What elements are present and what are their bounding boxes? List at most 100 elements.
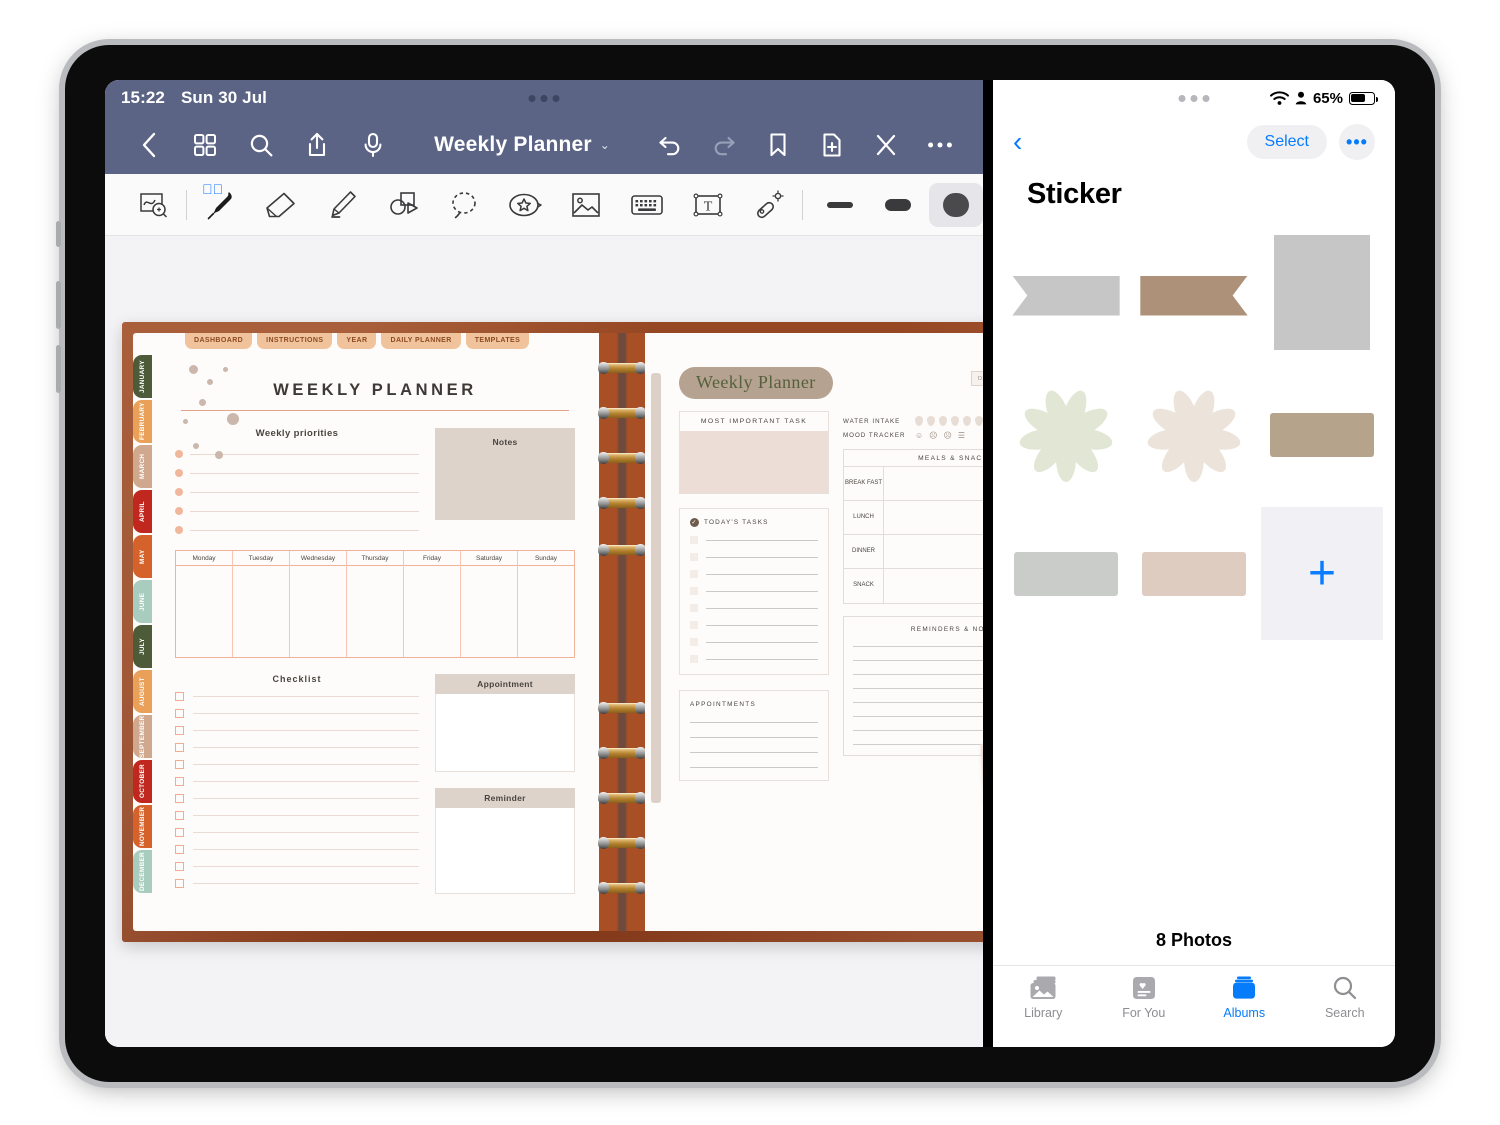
reminder-line[interactable] bbox=[853, 730, 983, 731]
checklist-row[interactable] bbox=[175, 828, 419, 837]
reminders-notes-card[interactable]: REMINDERS & NOTES Notes 🌼 bbox=[843, 616, 983, 802]
month-tab-october[interactable]: OCTOBER bbox=[133, 760, 152, 803]
weekday-column-monday[interactable]: Monday bbox=[176, 551, 233, 657]
meal-row-lunch[interactable]: LUNCH bbox=[844, 501, 983, 535]
checkbox[interactable] bbox=[175, 811, 184, 820]
task-row[interactable] bbox=[690, 570, 818, 578]
photo-flower-beige[interactable] bbox=[1133, 368, 1255, 501]
reminder-line[interactable] bbox=[853, 660, 983, 661]
mood-neutral-icon[interactable]: ☹ bbox=[929, 431, 937, 440]
split-view-divider[interactable] bbox=[983, 80, 993, 1047]
checklist-row[interactable] bbox=[175, 692, 419, 701]
checklist-row[interactable] bbox=[175, 794, 419, 803]
planner-tab-templates[interactable]: TEMPLATES bbox=[465, 333, 530, 349]
checklist-row[interactable] bbox=[175, 811, 419, 820]
multitask-grabber-photos[interactable] bbox=[1178, 94, 1210, 102]
notes-sticker[interactable]: Notes 🌼 bbox=[980, 738, 983, 802]
checkbox[interactable] bbox=[175, 726, 184, 735]
checkbox[interactable] bbox=[175, 760, 184, 769]
tab-search[interactable]: Search bbox=[1295, 975, 1396, 1020]
checkbox[interactable] bbox=[175, 709, 184, 718]
volume-up-button[interactable] bbox=[56, 221, 61, 247]
stroke-medium-button[interactable] bbox=[871, 183, 925, 227]
task-checkbox[interactable] bbox=[690, 621, 698, 629]
mood-other-icon[interactable]: ☰ bbox=[958, 431, 965, 440]
checkbox[interactable] bbox=[175, 743, 184, 752]
checkbox[interactable] bbox=[175, 862, 184, 871]
month-tab-september[interactable]: SEPTEMBER bbox=[133, 715, 152, 758]
reminder-line[interactable] bbox=[853, 716, 983, 717]
lasso-icon[interactable] bbox=[433, 178, 494, 232]
stroke-thin-button[interactable] bbox=[813, 183, 867, 227]
weekday-column-friday[interactable]: Friday bbox=[404, 551, 461, 657]
water-drop-icon[interactable] bbox=[975, 416, 983, 426]
checkbox[interactable] bbox=[175, 692, 184, 701]
mood-sad-icon[interactable]: ☹ bbox=[944, 431, 952, 440]
checklist-row[interactable] bbox=[175, 845, 419, 854]
date-field[interactable]: DATE: / / bbox=[971, 371, 983, 386]
appointment-line[interactable] bbox=[690, 767, 818, 768]
water-drop-icon[interactable] bbox=[915, 416, 923, 426]
weekday-column-thursday[interactable]: Thursday bbox=[347, 551, 404, 657]
appointment-line[interactable] bbox=[690, 752, 818, 753]
grid-icon[interactable] bbox=[177, 123, 233, 167]
planner-tab-year[interactable]: YEAR bbox=[337, 333, 377, 349]
month-tab-april[interactable]: APRIL bbox=[133, 490, 152, 533]
mood-happy-icon[interactable]: ☺ bbox=[915, 431, 923, 440]
planner-spread[interactable]: DASHBOARD INSTRUCTIONS YEAR DAILY PLANNER TE… bbox=[122, 322, 983, 942]
reminder-line[interactable] bbox=[853, 688, 983, 689]
text-box-icon[interactable]: T bbox=[678, 178, 739, 232]
checkbox[interactable] bbox=[175, 794, 184, 803]
task-row[interactable] bbox=[690, 536, 818, 544]
note-canvas[interactable]: DASHBOARD INSTRUCTIONS YEAR DAILY PLANNER TE… bbox=[105, 236, 983, 1047]
back-icon[interactable] bbox=[121, 123, 177, 167]
photo-banner-grey[interactable] bbox=[1005, 229, 1127, 362]
checklist-row[interactable] bbox=[175, 726, 419, 735]
photo-banner-tan[interactable] bbox=[1133, 229, 1255, 362]
checklist-row[interactable] bbox=[175, 709, 419, 718]
planner-right-page[interactable]: TO DO LISTGOALSHABITSACTIVITYMEAL PLAN W… bbox=[645, 333, 983, 931]
photo-grey-rectangle[interactable] bbox=[1261, 229, 1383, 362]
tab-library[interactable]: Library bbox=[993, 975, 1094, 1020]
mood-tracker-row[interactable]: MOOD TRACKER ☺ ☹ ☹ ☰ bbox=[843, 431, 983, 440]
meal-row-snack[interactable]: SNACK bbox=[844, 569, 983, 603]
microphone-icon[interactable] bbox=[345, 123, 401, 167]
keyboard-icon[interactable] bbox=[617, 178, 678, 232]
weekday-table[interactable]: Monday Tuesday Wednesday Thursday Friday Satu… bbox=[175, 550, 575, 658]
photo-flower-sage[interactable] bbox=[1005, 368, 1127, 501]
meal-entry-field[interactable] bbox=[884, 569, 983, 603]
tab-albums[interactable]: Albums bbox=[1194, 975, 1295, 1020]
checkbox[interactable] bbox=[175, 777, 184, 786]
power-button[interactable] bbox=[56, 345, 61, 393]
photo-brush-blush[interactable] bbox=[1133, 507, 1255, 640]
month-tab-february[interactable]: FEBRUARY bbox=[133, 400, 152, 443]
image-icon[interactable] bbox=[556, 178, 617, 232]
water-drop-icon[interactable] bbox=[963, 416, 971, 426]
most-important-task-card[interactable]: MOST IMPORTANT TASK bbox=[679, 411, 829, 494]
zoom-write-icon[interactable] bbox=[123, 178, 184, 232]
month-tab-december[interactable]: DECEMBER bbox=[133, 850, 152, 893]
highlighter-icon[interactable] bbox=[311, 178, 372, 232]
chevron-down-icon[interactable]: ⌄ bbox=[600, 138, 610, 152]
task-row[interactable] bbox=[690, 621, 818, 629]
reminder-line[interactable] bbox=[853, 702, 983, 703]
plus-icon[interactable]: + bbox=[1308, 549, 1336, 598]
planner-tab-daily-planner[interactable]: DAILY PLANNER bbox=[381, 333, 461, 349]
planner-left-page[interactable]: DASHBOARD INSTRUCTIONS YEAR DAILY PLANNER TE… bbox=[133, 333, 599, 931]
pen-icon[interactable]: 🗞 bbox=[189, 178, 250, 232]
task-checkbox[interactable] bbox=[690, 638, 698, 646]
redo-icon[interactable] bbox=[697, 123, 751, 167]
notes-box[interactable]: Notes bbox=[435, 428, 575, 520]
meal-row-dinner[interactable]: DINNER bbox=[844, 535, 983, 569]
water-drop-icon[interactable] bbox=[927, 416, 935, 426]
task-row[interactable] bbox=[690, 655, 818, 663]
task-row[interactable] bbox=[690, 638, 818, 646]
water-drop-icon[interactable] bbox=[951, 416, 959, 426]
more-icon[interactable] bbox=[913, 123, 967, 167]
most-important-task-body[interactable] bbox=[680, 431, 828, 493]
meal-row-break-fast[interactable]: BREAK FAST bbox=[844, 467, 983, 501]
tab-for-you[interactable]: For You bbox=[1094, 975, 1195, 1020]
weekday-column-sunday[interactable]: Sunday bbox=[518, 551, 574, 657]
photo-brush-tan[interactable] bbox=[1261, 368, 1383, 501]
meal-entry-field[interactable] bbox=[884, 501, 983, 534]
